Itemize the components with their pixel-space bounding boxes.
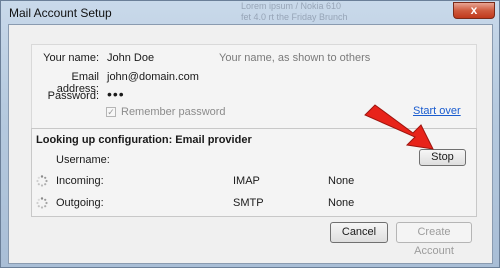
title-bar[interactable]: Mail Account Setup Lorem ipsum / Nokia 6… (1, 1, 500, 25)
window-frame: Mail Account Setup Lorem ipsum / Nokia 6… (0, 0, 500, 268)
close-icon: x (470, 3, 478, 17)
outgoing-security: None (328, 197, 355, 209)
window-title: Mail Account Setup (9, 6, 112, 20)
username-label: Username: (56, 154, 110, 166)
remember-password-checkbox[interactable]: ✓ (106, 107, 116, 117)
lookup-heading: Looking up configuration: Email provider (36, 134, 252, 146)
close-button[interactable]: x (453, 2, 495, 19)
incoming-label: Incoming: (56, 175, 104, 187)
cancel-button-label: Cancel (341, 226, 377, 238)
email-field[interactable]: john@domain.com (107, 71, 199, 83)
create-account-button-label: Create Account (414, 226, 454, 257)
checkmark-icon: ✓ (107, 107, 115, 117)
outgoing-spinner-icon (36, 197, 48, 209)
red-arrow-icon (364, 104, 434, 150)
outgoing-label: Outgoing: (56, 197, 104, 209)
outgoing-protocol: SMTP (233, 197, 264, 209)
name-label: Your name: (43, 52, 99, 64)
create-account-button[interactable]: Create Account (396, 222, 472, 257)
incoming-protocol: IMAP (233, 175, 260, 187)
name-hint: Your name, as shown to others (219, 52, 371, 64)
password-label: Password: (47, 90, 99, 102)
name-field[interactable]: John Doe (107, 52, 154, 64)
background-line: fet 4.0 rt the Friday Brunch (241, 12, 348, 22)
background-window-text: Lorem ipsum / Nokia 610 fet 4.0 rt the F… (241, 1, 441, 23)
cancel-button[interactable]: Cancel (330, 222, 388, 243)
incoming-security: None (328, 175, 355, 187)
incoming-spinner-icon (36, 175, 48, 187)
password-field[interactable]: ••• (107, 86, 125, 102)
background-line: Lorem ipsum / Nokia 610 (241, 1, 342, 11)
remember-password-label: Remember password (121, 106, 226, 118)
